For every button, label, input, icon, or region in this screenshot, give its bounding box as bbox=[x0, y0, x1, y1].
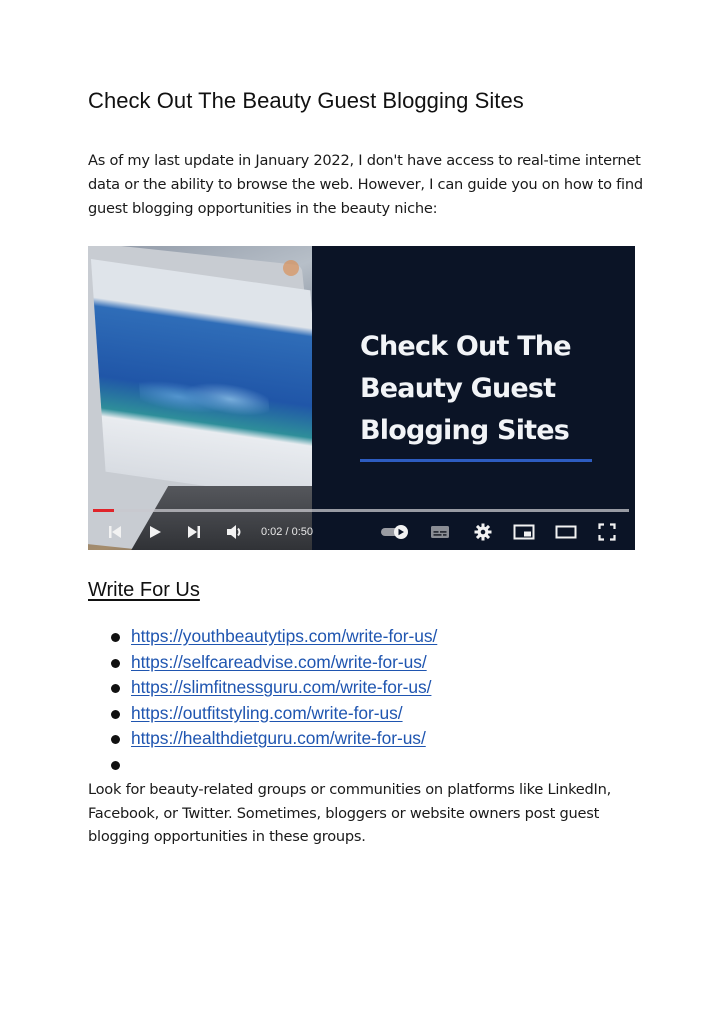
next-button[interactable] bbox=[185, 522, 203, 542]
miniplayer-icon bbox=[513, 524, 535, 540]
list-item: https://youthbeautytips.com/write-for-us… bbox=[108, 624, 437, 650]
autoplay-toggle[interactable] bbox=[380, 522, 410, 542]
page-title: Check Out The Beauty Guest Blogging Site… bbox=[88, 88, 524, 113]
video-thumbnail-laptop-image bbox=[88, 246, 312, 550]
guest-post-link[interactable]: https://slimfitnessguru.com/write-for-us… bbox=[131, 677, 431, 697]
video-player[interactable]: Check Out The Beauty Guest Blogging Site… bbox=[88, 246, 635, 550]
thumbnail-title-line: Beauty Guest bbox=[360, 373, 556, 404]
guest-post-link[interactable]: https://healthdietguru.com/write-for-us/ bbox=[131, 728, 426, 748]
write-for-us-link-list: https://youthbeautytips.com/write-for-us… bbox=[108, 624, 437, 777]
list-item: https://healthdietguru.com/write-for-us/ bbox=[108, 726, 437, 752]
write-for-us-heading: Write For Us bbox=[88, 579, 200, 601]
bullet-icon bbox=[111, 633, 120, 642]
thumbnail-title-line: Blogging Sites bbox=[360, 415, 570, 446]
time-display: 0:02 / 0:50 bbox=[261, 526, 313, 538]
laptop-screen bbox=[90, 259, 312, 503]
list-item: https://selfcareadvise.com/write-for-us/ bbox=[108, 650, 437, 676]
settings-button[interactable] bbox=[473, 522, 493, 542]
theater-mode-icon bbox=[555, 525, 577, 539]
guest-post-link[interactable]: https://outfitstyling.com/write-for-us/ bbox=[131, 703, 403, 723]
subtitles-icon bbox=[431, 526, 449, 538]
list-item: https://slimfitnessguru.com/write-for-us… bbox=[108, 675, 437, 701]
play-button[interactable] bbox=[146, 522, 164, 542]
bullet-icon bbox=[111, 684, 120, 693]
outro-paragraph: Look for beauty-related groups or commun… bbox=[88, 781, 611, 845]
thumbnail-title-line: Check Out The bbox=[360, 331, 572, 362]
volume-icon bbox=[227, 525, 241, 539]
guest-post-link[interactable]: https://youthbeautytips.com/write-for-us… bbox=[131, 626, 437, 646]
fullscreen-button[interactable] bbox=[597, 522, 617, 542]
skip-next-icon bbox=[188, 526, 200, 538]
video-controls: 0:02 / 0:50 bbox=[88, 518, 635, 546]
previous-button[interactable] bbox=[106, 522, 124, 542]
guest-post-link[interactable]: https://selfcareadvise.com/write-for-us/ bbox=[131, 652, 427, 672]
fullscreen-icon bbox=[598, 523, 616, 541]
list-item-empty bbox=[108, 752, 437, 778]
theater-mode-button[interactable] bbox=[555, 522, 577, 542]
bullet-icon bbox=[111, 658, 120, 668]
bullet-icon bbox=[111, 735, 120, 744]
autoplay-toggle-icon bbox=[381, 525, 408, 539]
bullet-icon bbox=[111, 709, 120, 719]
video-progress-bar[interactable] bbox=[93, 509, 629, 512]
play-icon bbox=[150, 526, 161, 538]
list-item: https://outfitstyling.com/write-for-us/ bbox=[108, 701, 437, 727]
video-thumbnail-title-panel: Check Out The Beauty Guest Blogging Site… bbox=[312, 246, 635, 550]
intro-paragraph: As of my last update in January 2022, I … bbox=[88, 152, 643, 217]
settings-gear-icon bbox=[474, 523, 492, 541]
miniplayer-button[interactable] bbox=[513, 522, 535, 542]
thumbnail-accent-underline bbox=[360, 459, 592, 462]
background-blur-light bbox=[283, 260, 299, 276]
mute-button[interactable] bbox=[225, 522, 245, 542]
skip-previous-icon bbox=[109, 526, 121, 538]
laptop-screen-chart bbox=[137, 365, 271, 436]
video-progress-fill bbox=[93, 509, 115, 512]
bullet-icon bbox=[111, 760, 120, 770]
video-thumbnail-title: Check Out The Beauty Guest Blogging Site… bbox=[360, 326, 572, 452]
subtitles-button[interactable] bbox=[430, 522, 450, 542]
